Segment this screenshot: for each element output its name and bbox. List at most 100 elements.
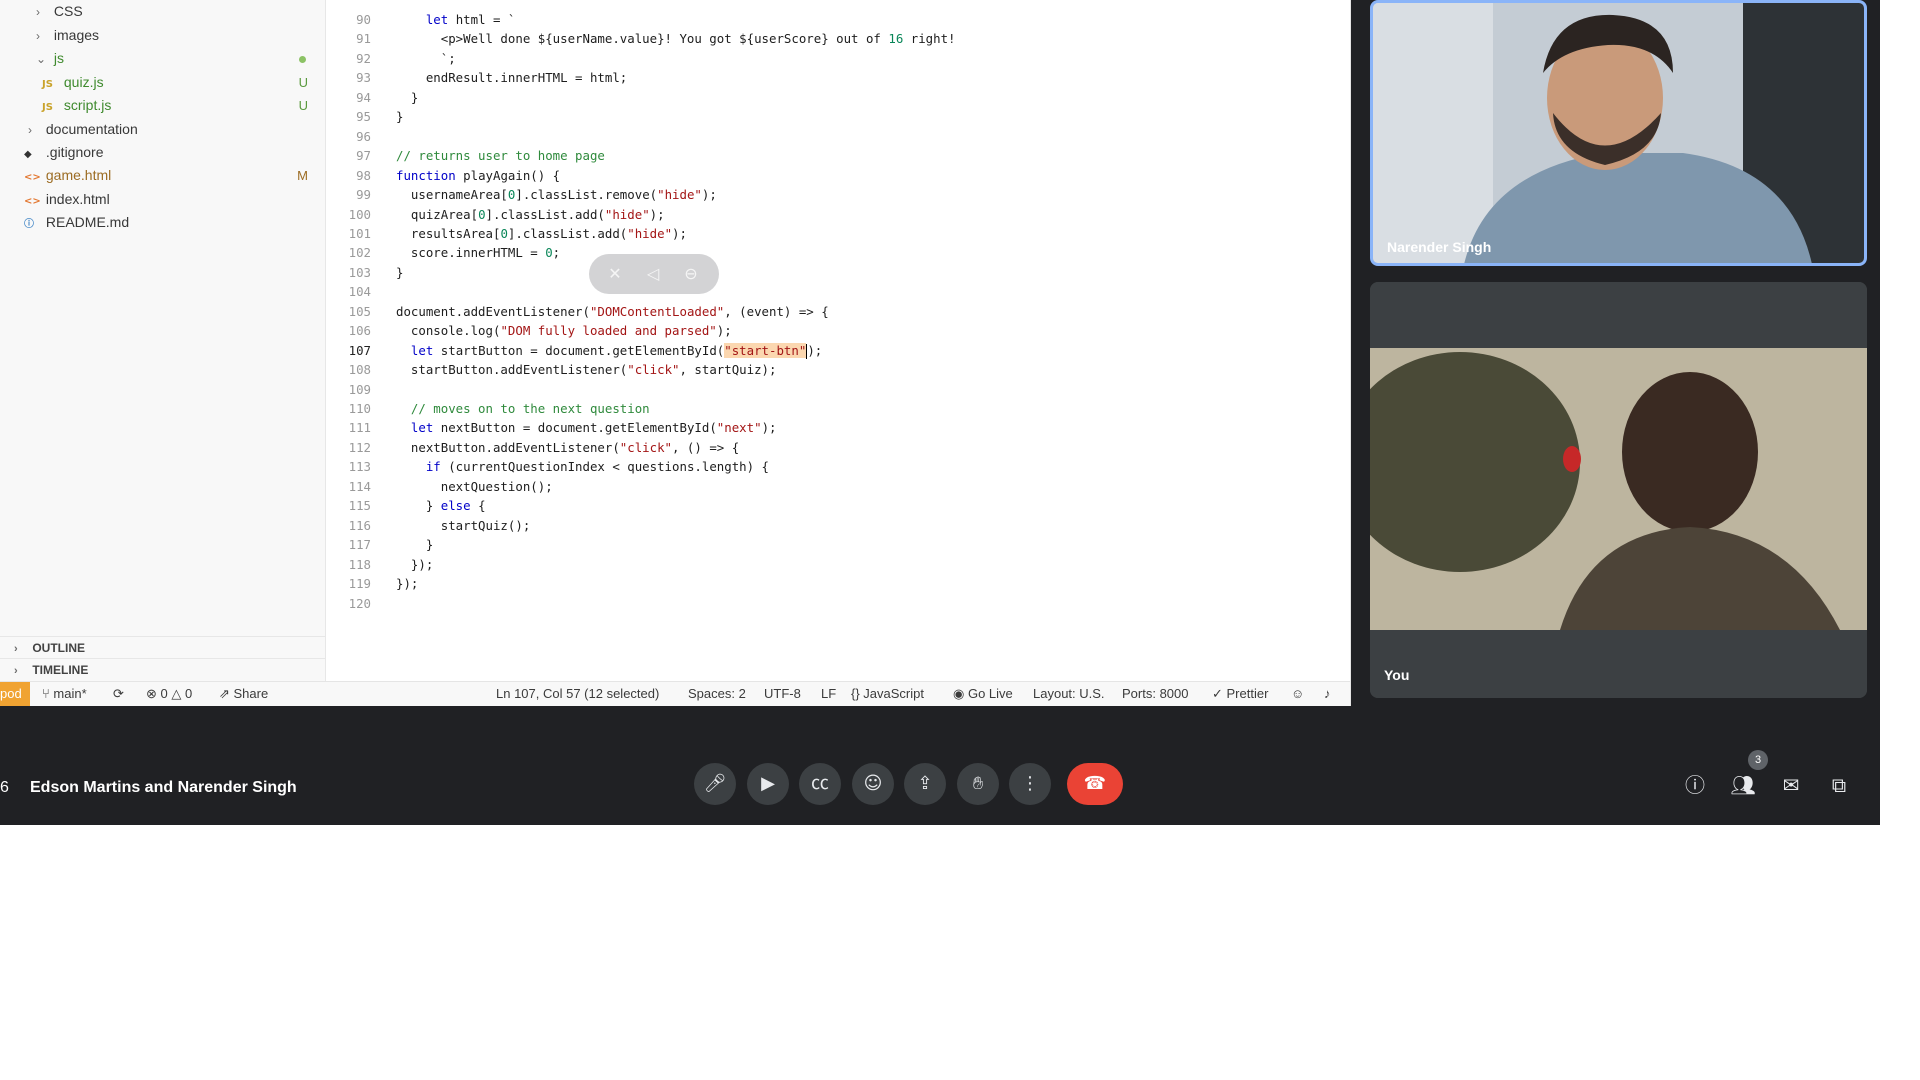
branch-indicator[interactable]: ⑂ main* xyxy=(42,682,87,706)
present-button[interactable]: ⇪ xyxy=(904,763,946,805)
tree-file-quiz-js[interactable]: JS quiz.js U xyxy=(42,71,326,94)
microphone-icon: 🎤︎ xyxy=(703,773,727,794)
code-line[interactable]: 90 let html = ` xyxy=(327,10,1267,29)
tree-folder-documentation[interactable]: › documentation xyxy=(28,118,138,141)
code-text: // moves on to the next question xyxy=(396,401,650,416)
code-line[interactable]: 111 let nextButton = document.getElement… xyxy=(327,418,1267,437)
meeting-info-button[interactable]: ⓘ xyxy=(1680,770,1710,800)
code-line[interactable]: 104 xyxy=(327,282,1267,301)
participant-tile-you[interactable]: You xyxy=(1370,282,1867,698)
code-line[interactable]: 116 startQuiz(); xyxy=(327,516,1267,535)
go-live-button[interactable]: ◉ Go Live xyxy=(953,682,1013,706)
code-line[interactable]: 113 if (currentQuestionIndex < questions… xyxy=(327,457,1267,476)
mic-off-icon[interactable]: ✕ xyxy=(603,262,627,286)
tree-file-game-html[interactable]: <> game.html M xyxy=(24,164,326,187)
bell-icon[interactable]: ♪ xyxy=(1324,682,1331,706)
code-line[interactable]: 94 } xyxy=(327,88,1267,107)
code-line[interactable]: 98 function playAgain() { xyxy=(327,166,1267,185)
line-number: 106 xyxy=(348,323,371,339)
code-line[interactable]: 119}); xyxy=(327,574,1267,593)
warning-count: 0 xyxy=(184,686,193,701)
tree-folder-css[interactable]: › CSS xyxy=(36,0,83,23)
minus-circle-icon[interactable]: ⊖ xyxy=(679,262,703,286)
line-number: 108 xyxy=(348,362,371,378)
code-editor[interactable]: 90 let html = ` 91 <p>Well done ${userNam… xyxy=(327,0,1350,681)
cursor-position[interactable]: Ln 107, Col 57 (12 selected) xyxy=(496,682,659,706)
speaker-off-icon[interactable]: ◁ xyxy=(641,262,665,286)
reactions-button[interactable]: ☺ xyxy=(852,763,894,805)
share-button[interactable]: ⇗ Share xyxy=(219,682,268,706)
sync-icon[interactable]: ⟳ xyxy=(113,682,124,706)
problems-indicator[interactable]: ⊗ 0 △ 0 xyxy=(146,682,192,706)
participant-tile-narender[interactable]: Narender Singh xyxy=(1370,0,1867,266)
encoding-setting[interactable]: UTF-8 xyxy=(764,682,801,706)
tree-file-readme[interactable]: ⓘ README.md xyxy=(24,211,129,234)
keyboard-layout[interactable]: Layout: U.S. xyxy=(1033,682,1105,706)
people-button[interactable]: 👥︎ xyxy=(1728,770,1758,800)
code-line[interactable]: 99 usernameArea[0].classList.remove("hid… xyxy=(327,185,1267,204)
code-text: console.log("DOM fully loaded and parsed… xyxy=(396,323,732,339)
timeline-panel-header[interactable]: › TIMELINE xyxy=(0,658,326,680)
code-text: } xyxy=(396,109,404,125)
modified-dot-icon xyxy=(299,56,306,63)
code-line[interactable]: 112 nextButton.addEventListener("click",… xyxy=(327,438,1267,457)
chat-button[interactable]: ✉ xyxy=(1776,770,1806,800)
code-line[interactable]: 110 // moves on to the next question xyxy=(327,399,1267,418)
line-number: 95 xyxy=(356,109,371,125)
tree-folder-images[interactable]: › images xyxy=(36,24,99,47)
code-line[interactable]: 105 document.addEventListener("DOMContent… xyxy=(327,302,1267,321)
tree-file-script-js[interactable]: JS script.js U xyxy=(42,94,326,117)
code-line[interactable]: 101 resultsArea[0].classList.add("hide")… xyxy=(327,224,1267,243)
code-line[interactable]: 108 startButton.addEventListener("click"… xyxy=(327,360,1267,379)
code-line[interactable]: 93 endResult.innerHTML = html; xyxy=(327,68,1267,87)
code-line[interactable]: 115 } else { xyxy=(327,496,1267,515)
indentation-setting[interactable]: Spaces: 2 xyxy=(688,682,746,706)
code-line[interactable]: 107 let startButton = document.getElemen… xyxy=(327,341,1267,360)
remote-indicator[interactable]: pod xyxy=(0,682,30,706)
code-text: usernameArea[0].classList.remove("hide")… xyxy=(396,187,717,203)
captions-button[interactable]: ㏄ xyxy=(799,763,841,805)
tree-file-gitignore[interactable]: ◆ .gitignore xyxy=(24,141,103,164)
code-line[interactable]: 96 xyxy=(327,127,1267,146)
code-line[interactable]: 95} xyxy=(327,107,1267,126)
line-number: 101 xyxy=(348,225,371,241)
chat-icon: ✉ xyxy=(1782,773,1800,797)
outline-panel-header[interactable]: › OUTLINE xyxy=(0,636,326,658)
microphone-button[interactable]: 🎤︎ xyxy=(694,763,736,805)
raise-hand-button[interactable]: ✋︎ xyxy=(957,763,999,805)
more-options-button[interactable]: ⋮ xyxy=(1009,763,1051,805)
line-number: 94 xyxy=(356,89,371,105)
code-line[interactable]: 91 <p>Well done ${userName.value}! You g… xyxy=(327,29,1267,48)
code-line[interactable]: 106 console.log("DOM fully loaded and pa… xyxy=(327,321,1267,340)
git-branch-icon: ⑂ xyxy=(42,686,54,701)
line-number: 111 xyxy=(348,420,371,436)
leave-call-button[interactable]: ☎ xyxy=(1067,763,1123,805)
code-line[interactable]: 102 score.innerHTML = 0; xyxy=(327,243,1267,262)
code-text: nextButton.addEventListener("click", () … xyxy=(396,439,740,455)
tree-file-index-html[interactable]: <> index.html xyxy=(24,188,110,211)
code-line[interactable]: 120 xyxy=(327,594,1267,613)
line-number: 110 xyxy=(348,401,371,416)
code-line[interactable]: 109 xyxy=(327,380,1267,399)
eol-setting[interactable]: LF xyxy=(821,682,836,706)
git-status-badge: M xyxy=(297,168,308,183)
tree-item-label: README.md xyxy=(45,214,130,230)
code-line[interactable]: 118 }); xyxy=(327,555,1267,574)
prettier-indicator[interactable]: ✓ Prettier xyxy=(1212,682,1268,706)
line-number: 93 xyxy=(356,70,371,86)
code-line[interactable]: 100 quizArea[0].classList.add("hide"); xyxy=(327,205,1267,224)
code-line[interactable]: 117 } xyxy=(327,535,1267,554)
code-line[interactable]: 92 `; xyxy=(327,49,1267,68)
ports-indicator[interactable]: Ports: 8000 xyxy=(1122,682,1189,706)
language-mode[interactable]: {} JavaScript xyxy=(851,682,924,706)
line-number: 109 xyxy=(348,381,371,397)
code-line[interactable]: 97 // returns user to home page xyxy=(327,146,1267,165)
tree-folder-js[interactable]: ⌄ js xyxy=(36,47,326,70)
feedback-icon[interactable]: ☺ xyxy=(1291,682,1304,706)
code-line[interactable]: 103} xyxy=(327,263,1267,282)
line-number: 103 xyxy=(348,264,371,280)
code-line[interactable]: 114 nextQuestion(); xyxy=(327,477,1267,496)
activities-button[interactable]: ⧉ xyxy=(1824,770,1854,800)
hang-up-icon: ☎ xyxy=(1083,773,1107,794)
camera-button[interactable]: ▶ xyxy=(747,763,789,805)
